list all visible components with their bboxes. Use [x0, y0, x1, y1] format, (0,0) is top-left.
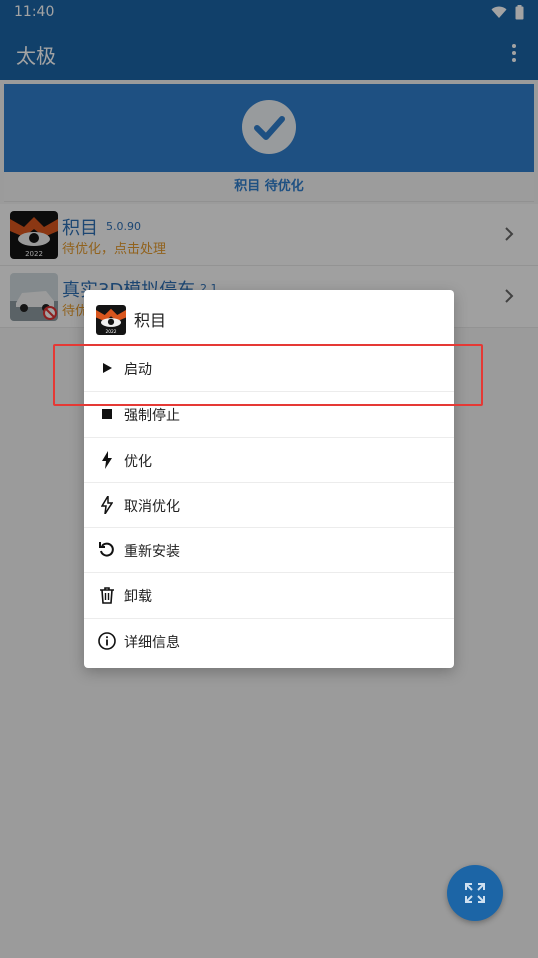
trash-icon — [98, 586, 116, 605]
menu-item-label: 强制停止 — [124, 408, 180, 425]
expand-icon — [465, 883, 485, 903]
menu-item-uninstall[interactable]: 卸载 — [84, 572, 454, 617]
menu-item-optimize[interactable]: 优化 — [84, 436, 454, 482]
menu-item-label: 重新安装 — [124, 544, 180, 561]
expand-fab[interactable] — [447, 865, 503, 921]
menu-item-label: 优化 — [124, 453, 152, 470]
menu-item-label: 卸载 — [124, 589, 152, 606]
menu-item-reinstall[interactable]: 重新安装 — [84, 527, 454, 572]
reload-icon — [98, 541, 116, 559]
info-icon — [98, 631, 116, 650]
highlight-box — [53, 344, 483, 406]
dialog-header: 2022 积目 — [84, 290, 454, 346]
stop-icon — [98, 405, 116, 423]
bolt-icon — [98, 450, 116, 469]
menu-item-details[interactable]: 详细信息 — [84, 617, 454, 663]
app-icon-badge: 2022 — [105, 329, 116, 335]
menu-item-label: 取消优化 — [124, 498, 180, 515]
app-icon: 2022 — [96, 305, 126, 335]
menu-item-cancel-optimize[interactable]: 取消优化 — [84, 481, 454, 527]
bolt-off-icon — [98, 495, 116, 514]
dialog-title: 积目 — [134, 311, 167, 330]
menu-item-label: 详细信息 — [124, 634, 180, 651]
